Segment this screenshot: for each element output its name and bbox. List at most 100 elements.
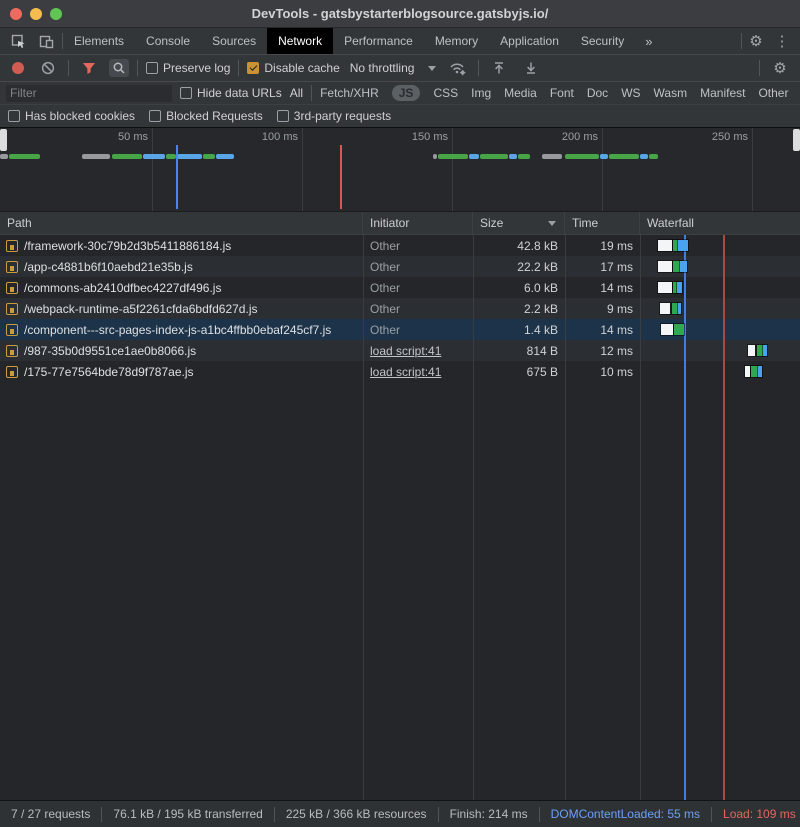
script-file-icon xyxy=(6,345,18,357)
timeline-gridline xyxy=(452,128,453,211)
search-toggle-button[interactable] xyxy=(109,59,129,77)
network-settings-button[interactable]: ⚙ xyxy=(768,57,792,79)
hide-data-urls-checkbox[interactable]: Hide data URLs xyxy=(180,86,282,100)
download-arrow-icon xyxy=(524,61,538,75)
waterfall-bar-green xyxy=(673,261,680,272)
request-initiator-cell: Other xyxy=(363,239,473,253)
filter-type-media[interactable]: Media xyxy=(504,86,537,100)
tab-security[interactable]: Security xyxy=(570,28,635,54)
overview-timeline[interactable]: 50 ms100 ms150 ms200 ms250 ms xyxy=(0,128,800,212)
column-header-waterfall[interactable]: Waterfall xyxy=(640,212,800,234)
request-path-cell[interactable]: /webpack-runtime-a5f2261cfda6bdfd627d.js xyxy=(0,302,363,316)
clear-network-log-button[interactable] xyxy=(36,57,60,79)
checkbox-icon[interactable] xyxy=(149,110,161,122)
filter-type-js[interactable]: JS xyxy=(392,85,421,101)
option-checkbox-has-blocked-cookies[interactable]: Has blocked cookies xyxy=(8,109,135,123)
overview-left-handle[interactable] xyxy=(0,129,7,151)
column-border xyxy=(640,235,641,800)
status-item-2: 225 kB / 366 kB resources xyxy=(275,807,439,822)
filter-type-all[interactable]: All xyxy=(290,86,303,100)
disable-cache-box[interactable] xyxy=(247,62,259,74)
filter-type-manifest[interactable]: Manifest xyxy=(700,86,745,100)
filter-type-other[interactable]: Other xyxy=(758,86,788,100)
preserve-log-box[interactable] xyxy=(146,62,158,74)
request-row[interactable]: /framework-30c79b2d3b5411886184.jsOther4… xyxy=(0,235,800,256)
column-header-initiator[interactable]: Initiator xyxy=(363,212,473,234)
inspect-element-button[interactable] xyxy=(6,30,30,52)
script-file-icon xyxy=(6,240,18,252)
waterfall-bar-white xyxy=(660,303,670,314)
request-path: /webpack-runtime-a5f2261cfda6bdfd627d.js xyxy=(24,302,257,316)
tab-memory[interactable]: Memory xyxy=(424,28,489,54)
main-menu-button[interactable]: ⋮ xyxy=(770,30,794,52)
option-checkbox-3rd-party-requests[interactable]: 3rd-party requests xyxy=(277,109,391,123)
hide-data-urls-label: Hide data URLs xyxy=(197,86,282,100)
timeline-activity-segment xyxy=(565,154,599,159)
column-header-path[interactable]: Path xyxy=(0,212,363,234)
timeline-activity-segment xyxy=(433,154,437,159)
column-header-time[interactable]: Time xyxy=(565,212,640,234)
filter-type-img[interactable]: Img xyxy=(471,86,491,100)
checkbox-icon[interactable] xyxy=(8,110,20,122)
tab-sources[interactable]: Sources xyxy=(201,28,267,54)
column-header-label: Waterfall xyxy=(647,216,694,230)
request-row[interactable]: /commons-ab2410dfbec4227df496.jsOther6.0… xyxy=(0,277,800,298)
tab-application[interactable]: Application xyxy=(489,28,570,54)
devtools-window: DevTools - gatsbystarterblogsource.gatsb… xyxy=(0,0,800,827)
record-network-log-button[interactable] xyxy=(12,62,24,74)
script-file-icon xyxy=(6,303,18,315)
option-checkbox-blocked-requests[interactable]: Blocked Requests xyxy=(149,109,263,123)
more-tabs-button[interactable]: » xyxy=(635,28,662,54)
hide-data-urls-box[interactable] xyxy=(180,87,192,99)
request-row[interactable]: /app-c4881b6f10aebd21e35b.jsOther22.2 kB… xyxy=(0,256,800,277)
timeline-activity-segment xyxy=(509,154,517,159)
throttling-select[interactable]: No throttling xyxy=(348,61,439,75)
import-har-button[interactable] xyxy=(487,57,511,79)
settings-button[interactable]: ⚙ xyxy=(744,30,768,52)
tab-performance[interactable]: Performance xyxy=(333,28,424,54)
waterfall-bar-blue xyxy=(758,366,762,377)
request-path: /component---src-pages-index-js-a1bc4ffb… xyxy=(24,323,331,337)
export-har-button[interactable] xyxy=(519,57,543,79)
filter-type-fetchxhr[interactable]: Fetch/XHR xyxy=(320,86,379,100)
filter-input[interactable] xyxy=(6,85,172,102)
filter-type-css[interactable]: CSS xyxy=(433,86,458,100)
status-item-5: Load: 109 ms xyxy=(712,807,800,822)
overview-right-handle[interactable] xyxy=(793,129,800,151)
network-conditions-button[interactable] xyxy=(446,57,470,79)
checkbox-icon[interactable] xyxy=(277,110,289,122)
request-path-cell[interactable]: /987-35b0d9551ce1ae0b8066.js xyxy=(0,344,363,358)
request-initiator-cell: Other xyxy=(363,260,473,274)
initiator-link[interactable]: load script:41 xyxy=(370,365,441,379)
request-row[interactable]: /webpack-runtime-a5f2261cfda6bdfd627d.js… xyxy=(0,298,800,319)
preserve-log-checkbox[interactable]: Preserve log xyxy=(146,61,230,75)
filter-type-font[interactable]: Font xyxy=(550,86,574,100)
initiator-link[interactable]: load script:41 xyxy=(370,344,441,358)
request-time: 9 ms xyxy=(565,302,640,316)
filter-type-wasm[interactable]: Wasm xyxy=(654,86,688,100)
column-header-size[interactable]: Size xyxy=(473,212,565,234)
status-item-4: DOMContentLoaded: 55 ms xyxy=(540,807,712,822)
request-path-cell[interactable]: /framework-30c79b2d3b5411886184.js xyxy=(0,239,363,253)
filter-type-ws[interactable]: WS xyxy=(621,86,640,100)
tab-network[interactable]: Network xyxy=(267,28,333,54)
request-row[interactable]: /component---src-pages-index-js-a1bc4ffb… xyxy=(0,319,800,340)
request-path-cell[interactable]: /app-c4881b6f10aebd21e35b.js xyxy=(0,260,363,274)
timeline-gridline xyxy=(752,128,753,211)
request-row[interactable]: /175-77e7564bde78d9f787ae.js load script:… xyxy=(0,361,800,382)
disable-cache-checkbox[interactable]: Disable cache xyxy=(247,61,339,75)
tab-console[interactable]: Console xyxy=(135,28,201,54)
filter-toggle-button[interactable] xyxy=(77,57,101,79)
tab-elements[interactable]: Elements xyxy=(63,28,135,54)
request-row[interactable]: /987-35b0d9551ce1ae0b8066.js load script:… xyxy=(0,340,800,361)
clear-icon xyxy=(41,61,55,75)
request-path-cell[interactable]: /component---src-pages-index-js-a1bc4ffb… xyxy=(0,323,363,337)
request-path-cell[interactable]: /175-77e7564bde78d9f787ae.js xyxy=(0,365,363,379)
waterfall-bar-white xyxy=(658,240,672,251)
device-toolbar-button[interactable] xyxy=(34,30,58,52)
request-size: 42.8 kB xyxy=(473,239,565,253)
load-line xyxy=(340,145,342,209)
filter-type-doc[interactable]: Doc xyxy=(587,86,608,100)
request-path-cell[interactable]: /commons-ab2410dfbec4227df496.js xyxy=(0,281,363,295)
request-path: /175-77e7564bde78d9f787ae.js xyxy=(24,365,194,379)
